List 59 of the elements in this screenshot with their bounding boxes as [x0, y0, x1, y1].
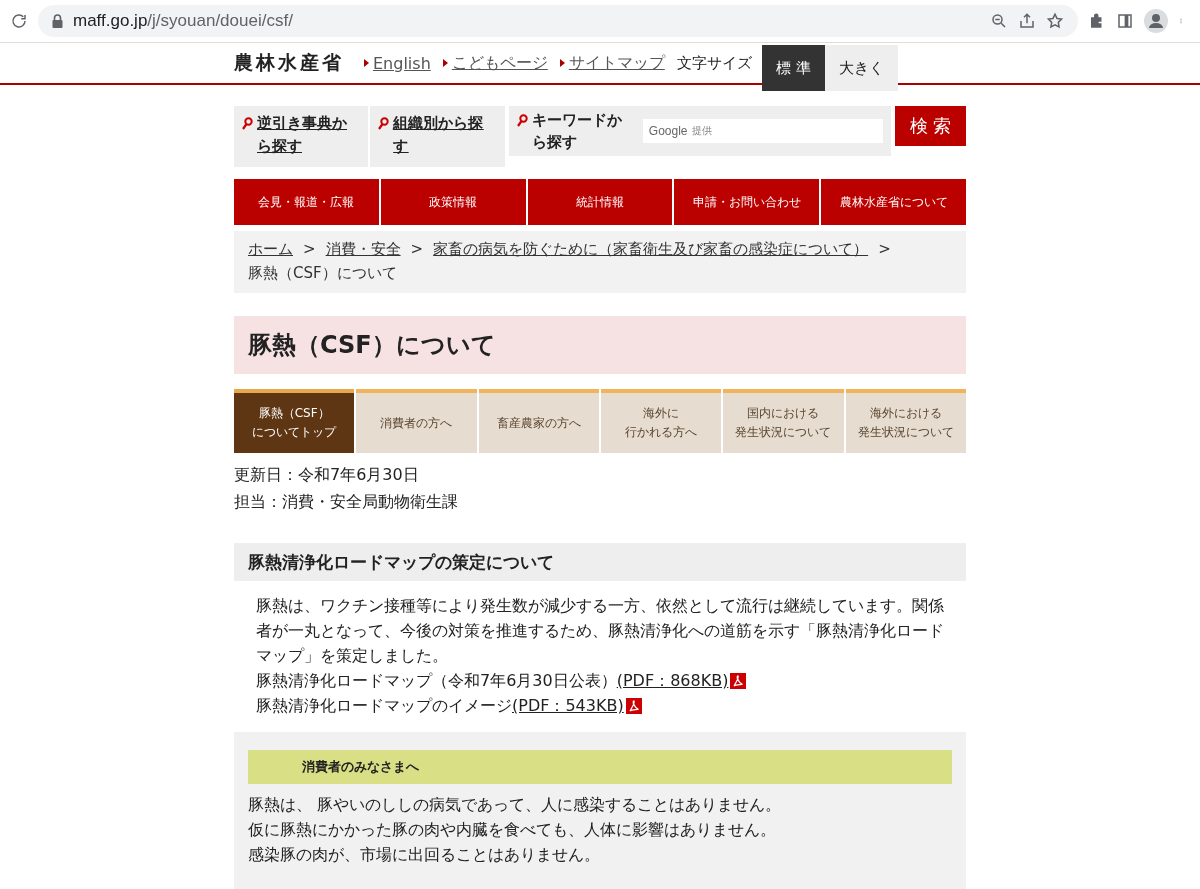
breadcrumb-link[interactable]: ホーム: [248, 240, 293, 258]
font-size-label: 文字サイズ: [676, 53, 752, 73]
header-link[interactable]: サイトマップ: [559, 52, 665, 74]
breadcrumb-separator: >: [410, 240, 424, 258]
pdf-icon: [625, 697, 642, 714]
search-icon: [242, 117, 253, 130]
breadcrumb-separator: >: [878, 240, 891, 258]
tab[interactable]: 消費者の方へ: [356, 389, 477, 453]
tab[interactable]: 豚熱（CSF） についてトップ: [234, 389, 355, 453]
header-link[interactable]: English: [364, 53, 431, 73]
url-host: maff.go.jp: [73, 11, 148, 31]
breadcrumb-current: 豚熱（CSF）について: [248, 263, 397, 284]
tab[interactable]: 海外における 発生状況について: [845, 389, 966, 453]
font-size-button[interactable]: 大きく: [824, 45, 898, 91]
pdf-link[interactable]: (PDF：543KB): [512, 693, 624, 718]
search-button[interactable]: 検 索: [894, 106, 966, 146]
consumer-text: 仮に豚熱にかかった豚の肉や内臓を食べても、人体に影響はありません。: [248, 819, 777, 841]
side-panel-icon: [1116, 12, 1134, 30]
nav-item[interactable]: 会見・報道・広報: [234, 179, 379, 225]
breadcrumb-separator: >: [303, 240, 316, 258]
zoom-out-icon: [990, 12, 1008, 30]
search-field[interactable]: Google 提供: [642, 119, 883, 143]
page-title: 豚熱（CSF）について: [234, 316, 966, 374]
nav-item[interactable]: 申請・お問い合わせ: [674, 179, 820, 225]
header-link[interactable]: こどもページ: [442, 52, 548, 74]
search-icon: [516, 114, 528, 127]
font-size-button[interactable]: 標 準: [761, 45, 825, 91]
share-icon: [1018, 12, 1036, 30]
nav-item[interactable]: 政策情報: [380, 179, 526, 225]
keyword-label: キーワードから探す: [516, 109, 627, 153]
meta-text: 更新日：令和7年6月30日: [234, 464, 420, 486]
consumer-text: 豚熱は、 豚やいのししの病気であって、人に感染することはありません。: [248, 794, 783, 816]
lock-icon: [52, 14, 63, 28]
section-heading: 豚熱清浄化ロードマップの策定について: [234, 543, 966, 581]
address-bar[interactable]: maff.go.jp/j/syouan/douei/csf/: [38, 5, 1078, 37]
nav-item[interactable]: 統計情報: [527, 179, 673, 225]
chevron-icon: [364, 59, 369, 67]
nav-item[interactable]: 農林水産省について: [821, 179, 966, 225]
tab[interactable]: 海外に 行かれる方へ: [601, 389, 722, 453]
url-path: /j/syouan/douei/csf/: [147, 11, 293, 31]
file-title: 豚熱清浄化ロードマップのイメージ: [256, 695, 512, 717]
meta-text: 担当：消費・安全局動物衛生課: [234, 491, 459, 513]
consumer-heading: 消費者のみなさまへ: [248, 750, 952, 784]
section-paragraph: 豚熱は、ワクチン接種等により発生数が減少する一方、依然として流行は継続しています。関係者が一丸となって、今後の対策を推進するため、豚熱清浄化への道筋を示す「豚熱清浄化ロードマップ」を策定しました。: [256, 595, 944, 667]
chevron-icon: [442, 59, 448, 67]
site-logo[interactable]: 農林水産省: [234, 50, 344, 76]
breadcrumb-link[interactable]: 消費・安全: [325, 240, 401, 258]
tab[interactable]: 国内における 発生状況について: [723, 389, 844, 453]
pdf-link[interactable]: (PDF：868KB): [616, 668, 729, 693]
breadcrumb-link[interactable]: 家畜の病気を防ぐために（家畜衛生及び家畜の感染症について）: [433, 240, 869, 258]
pdf-icon: [730, 672, 747, 689]
chevron-icon: [559, 59, 565, 67]
avatar-icon[interactable]: [1144, 9, 1168, 33]
consumer-text: 感染豚の肉が、市場に出回ることはありません。: [248, 844, 601, 866]
search-icon: [378, 117, 390, 130]
reload-icon: [10, 12, 28, 30]
file-title: 豚熱清浄化ロードマップ（令和7年6月30日公表）: [256, 670, 617, 692]
tab[interactable]: 畜産農家の方へ: [478, 389, 599, 453]
star-icon: [1046, 12, 1064, 30]
